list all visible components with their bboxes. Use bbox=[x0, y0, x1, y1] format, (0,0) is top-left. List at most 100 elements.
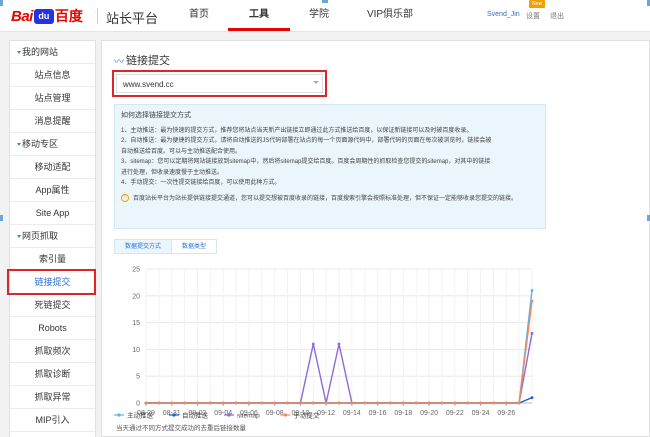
y-tick-label: 0 bbox=[136, 401, 140, 408]
resize-handle[interactable] bbox=[0, 0, 3, 6]
user-name-link[interactable]: Svend_Jin bbox=[487, 11, 520, 18]
logo-divider bbox=[97, 8, 98, 24]
sidebar-section-mobile[interactable]: 移动专区 bbox=[10, 133, 95, 156]
sidebar-item-crawl-diag[interactable]: 抓取诊断 bbox=[10, 363, 95, 386]
x-tick-label: 09-22 bbox=[446, 410, 464, 417]
data-point bbox=[492, 401, 495, 405]
chart-footnote: 当天通过不同方式提交成功的去重后链接数量 bbox=[116, 423, 247, 432]
data-point bbox=[324, 401, 328, 405]
submit-chart: 0 5 10 15 20 25 08-29 08-31 09-02 09-04 09-06 09-08… bbox=[112, 259, 544, 437]
nav-vip-club[interactable]: VIP俱乐部 bbox=[348, 0, 432, 30]
legend-label: 自动推送 bbox=[182, 411, 209, 420]
logo-bai: Bai bbox=[11, 7, 33, 25]
page: Bai du 百度 站长平台 首页 工具 学院 VIP俱乐部 Svend_Jin… bbox=[0, 0, 650, 437]
nav-home[interactable]: 首页 bbox=[170, 0, 228, 30]
legend-label: 手动提交 bbox=[293, 411, 320, 420]
sidebar-item-deadlink[interactable]: 死链提交 bbox=[10, 294, 95, 317]
data-point bbox=[350, 401, 354, 405]
data-point bbox=[530, 331, 534, 335]
page-title: 链接提交 bbox=[126, 55, 170, 67]
data-point bbox=[311, 401, 315, 405]
legend-marker bbox=[117, 413, 121, 417]
data-point bbox=[183, 401, 186, 405]
settings-link[interactable]: 设置 bbox=[526, 11, 540, 21]
nav-academy[interactable]: 学院 bbox=[290, 0, 348, 30]
resize-handle[interactable] bbox=[0, 215, 3, 221]
sidebar-item-site-info[interactable]: 站点信息 bbox=[10, 64, 95, 87]
baidu-logo[interactable]: Bai du 百度 bbox=[11, 7, 83, 25]
data-point bbox=[466, 401, 470, 405]
site-select-dropdown[interactable]: www.svend.cc bbox=[112, 70, 327, 97]
wave-icon: 〰 bbox=[114, 56, 124, 68]
sidebar-item-site-app[interactable]: Site App bbox=[10, 202, 95, 225]
resize-handle[interactable] bbox=[322, 0, 328, 3]
sidebar-item-mip[interactable]: MIP引入 bbox=[10, 409, 95, 432]
info-note: ! 百度站长平台为站长提供链接提交通道，您可以提交想被百度收录的链接，百度搜索引… bbox=[121, 193, 539, 205]
logout-link[interactable]: 退出 bbox=[550, 11, 564, 21]
top-navbar: Bai du 百度 站长平台 首页 工具 学院 VIP俱乐部 Svend_Jin… bbox=[0, 0, 650, 32]
legend-marker bbox=[227, 413, 231, 417]
info-line: 4、手动提交：一次性提交链接给百度，可以使用此种方式。 bbox=[121, 180, 281, 186]
data-point bbox=[530, 299, 534, 303]
x-tick-label: 08-31 bbox=[163, 410, 181, 417]
x-tick-label: 09-08 bbox=[266, 410, 284, 417]
data-point bbox=[208, 401, 212, 405]
sidebar-item-site-manage[interactable]: 站点管理 bbox=[10, 87, 95, 110]
data-point bbox=[247, 401, 251, 405]
main-nav: 首页 工具 学院 VIP俱乐部 bbox=[170, 0, 432, 32]
site-select-value[interactable]: www.svend.cc bbox=[116, 74, 323, 93]
sidebar-item-crawl-freq[interactable]: 抓取频次 bbox=[10, 340, 95, 363]
info-title: 如何选择链接提交方式 bbox=[121, 112, 191, 119]
tab-data-type[interactable]: 数据类型 bbox=[171, 239, 218, 254]
tab-submit-method[interactable]: 数据提交方式 bbox=[114, 239, 173, 254]
chart-svg: 051015202508-29 08-31 09-02 09-04 09-06 09-08… bbox=[114, 267, 534, 432]
data-point bbox=[517, 401, 521, 405]
data-point bbox=[286, 401, 289, 405]
data-point bbox=[453, 401, 457, 405]
x-tick-label: 09-14 bbox=[343, 410, 361, 417]
sidebar-item-crawl-error[interactable]: 抓取异常 bbox=[10, 386, 95, 409]
x-tick-label: 09-26 bbox=[497, 410, 515, 417]
sidebar-item-link-submit[interactable]: 链接提交 bbox=[10, 271, 95, 294]
y-tick-label: 25 bbox=[132, 267, 140, 274]
data-point bbox=[389, 401, 392, 405]
data-point bbox=[260, 401, 264, 405]
sidebar-item-index[interactable]: 索引量 bbox=[10, 248, 95, 271]
y-tick-label: 20 bbox=[132, 293, 140, 300]
sidebar-section-my-site[interactable]: 我的网站 bbox=[10, 41, 95, 64]
data-point bbox=[311, 342, 315, 346]
info-line: 2、自动推送：最为便捷的提交方式，请将自动推送的JS代码部署在站点的每一个页面源… bbox=[121, 138, 492, 144]
sidebar-item-messages[interactable]: 消息提醒 bbox=[10, 110, 95, 133]
sidebar-section-crawl[interactable]: 网页抓取 bbox=[10, 225, 95, 248]
data-point bbox=[414, 401, 418, 405]
legend-marker bbox=[172, 413, 176, 417]
data-point bbox=[221, 401, 225, 405]
logo-baidu-text: 百度 bbox=[54, 8, 83, 24]
site-title[interactable]: 站长平台 bbox=[106, 8, 158, 27]
data-point bbox=[337, 342, 341, 346]
data-point bbox=[337, 401, 341, 405]
main-panel: 〰 链接提交 www.svend.cc 如何选择链接提交方式 1、主动推送：最为… bbox=[101, 40, 650, 437]
info-note-text: 百度站长平台为站长提供链接提交通道，您可以提交想被百度收录的链接，百度搜索引擎会… bbox=[133, 195, 518, 202]
info-box: 如何选择链接提交方式 1、主动推送：最为快速的提交方式，推荐您将站点当天新产出链… bbox=[114, 104, 546, 229]
sidebar-item-mobile-adapt[interactable]: 移动适配 bbox=[10, 156, 95, 179]
legend-marker bbox=[283, 413, 287, 417]
x-tick-label: 09-16 bbox=[369, 410, 387, 417]
page-title-wrap: 〰 链接提交 bbox=[114, 52, 170, 68]
chart-tabs: 数据提交方式 数据类型 bbox=[114, 239, 218, 254]
info-line: 进行处理，但收录速度慢于主动推送。 bbox=[121, 169, 224, 176]
x-tick-label: 09-12 bbox=[317, 410, 335, 417]
legend-label: sitemap bbox=[237, 413, 260, 420]
warning-icon: ! bbox=[121, 193, 129, 202]
legend-label: 主动推送 bbox=[127, 411, 154, 420]
sidebar-item-app-attr[interactable]: App属性 bbox=[10, 179, 95, 202]
data-point bbox=[530, 289, 534, 292]
logo-paw-icon: du bbox=[33, 8, 54, 24]
nav-tools[interactable]: 工具 bbox=[228, 0, 290, 31]
data-point bbox=[299, 401, 302, 405]
y-tick-label: 10 bbox=[132, 347, 140, 354]
data-point bbox=[530, 396, 534, 400]
sidebar-item-robots[interactable]: Robots bbox=[10, 317, 95, 340]
info-line: 自动推送给百度。可以与主动推送配合使用。 bbox=[121, 148, 242, 155]
y-tick-label: 15 bbox=[132, 320, 140, 327]
